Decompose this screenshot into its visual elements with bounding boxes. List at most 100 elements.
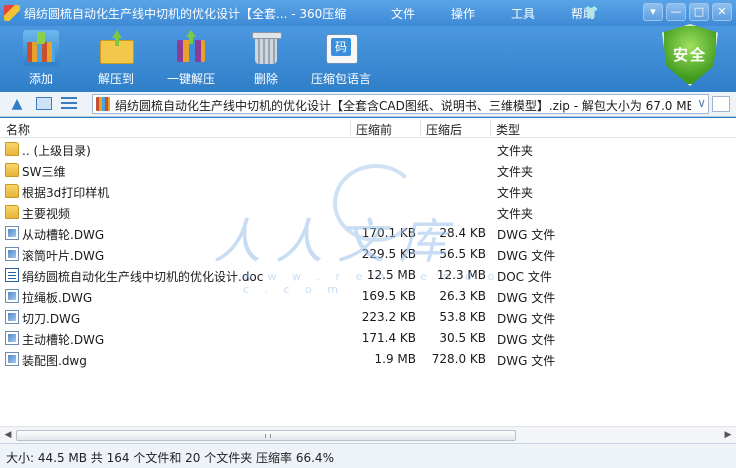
file-type: DWG 文件 [497,312,556,326]
file-name: 主动槽轮.DWG [22,333,105,347]
delete-button[interactable]: 删除 [231,30,301,88]
dwg-file-icon [5,331,19,345]
dwg-file-icon [5,226,19,240]
file-packed-size: 12.5 MB [366,268,416,282]
file-name: 装配图.dwg [22,354,87,368]
extract-to-button[interactable]: 解压到 [81,30,151,88]
title-bar: 绢纺圆梳自动化生产线中切机的优化设计【全套... - 360压缩 文件 操作 工… [0,0,736,26]
file-name: .. (上级目录) [22,144,91,158]
dwg-file-icon [5,310,19,324]
dwg-file-icon [5,352,19,366]
window-controls: ▾ — □ ✕ [643,3,732,21]
horizontal-scrollbar[interactable]: ◀ ▶ [0,426,736,443]
status-bar: 大小: 44.5 MB 共 164 个文件和 20 个文件夹 压缩率 66.4% [0,443,736,468]
minimize-button[interactable]: — [666,3,686,21]
path-dropdown-icon[interactable]: ∨ [697,96,706,110]
up-arrow-icon[interactable]: ▲ [9,96,25,112]
close-button[interactable]: ✕ [712,3,732,21]
options-dropdown-button[interactable]: ▾ [643,3,663,21]
file-row[interactable]: 从动槽轮.DWG 170.1 KB 28.4 KB DWG 文件 [0,223,736,244]
menu-operation[interactable]: 操作 [444,5,482,22]
menu-tools[interactable]: 工具 [504,5,542,22]
folder-icon [5,142,19,156]
file-row[interactable]: .. (上级目录) 文件夹 [0,139,736,160]
status-summary: 大小: 44.5 MB 共 164 个文件和 20 个文件夹 压缩率 66.4% [6,451,334,465]
file-row[interactable]: 绢纺圆梳自动化生产线中切机的优化设计.doc 12.5 MB 12.3 MB D… [0,265,736,286]
file-row[interactable]: 滚筒叶片.DWG 229.5 KB 56.5 KB DWG 文件 [0,244,736,265]
toolbar: 添加 解压到 一键解压 删除 压缩包语言 [0,26,736,92]
file-name: 从动槽轮.DWG [22,228,105,242]
column-divider[interactable] [490,120,491,136]
address-bar: ▲ 绢纺圆梳自动化生产线中切机的优化设计【全套含CAD图纸、说明书、三维模型】.… [0,92,736,117]
file-name: SW三维 [22,165,66,179]
scroll-left-icon[interactable]: ◀ [1,429,15,442]
file-type: DWG 文件 [497,228,556,242]
dwg-file-icon [5,247,19,261]
encoding-icon [323,30,359,66]
file-row[interactable]: 主要视频 文件夹 [0,202,736,223]
file-packed-size: 169.5 KB [361,289,416,303]
file-type: DOC 文件 [497,270,552,284]
column-header-name[interactable]: 名称 [6,121,30,138]
folder-icon [5,184,19,198]
file-type: DWG 文件 [497,333,556,347]
column-divider[interactable] [350,120,351,136]
file-name: 切刀.DWG [22,312,81,326]
column-header-size[interactable]: 压缩后 [426,121,462,138]
address-side-button[interactable] [712,96,730,112]
file-row[interactable]: SW三维 文件夹 [0,160,736,181]
thumbnail-view-icon[interactable] [36,97,52,110]
delete-label: 删除 [253,72,278,86]
file-compressed-size: 26.3 KB [439,289,486,303]
file-list: 名称 压缩前 压缩后 类型 .. (上级目录) 文件夹 SW三维 文件夹 根据3… [0,118,736,443]
add-button-label: 添加 [28,72,53,86]
column-header-type[interactable]: 类型 [496,121,520,138]
file-compressed-size: 728.0 KB [431,352,486,366]
list-view-icon[interactable] [61,97,77,110]
file-compressed-size: 28.4 KB [439,226,486,240]
file-type: DWG 文件 [497,249,556,263]
window-title: 绢纺圆梳自动化生产线中切机的优化设计【全套... - 360压缩 [24,6,347,21]
file-row[interactable]: 主动槽轮.DWG 171.4 KB 30.5 KB DWG 文件 [0,328,736,349]
folder-icon [5,163,19,177]
file-packed-size: 171.4 KB [361,331,416,345]
archive-language-button[interactable]: 压缩包语言 [306,30,376,88]
security-badge-label: 安全 [672,46,707,64]
file-list-header: 名称 压缩前 压缩后 类型 [0,118,736,138]
extract-to-label: 解压到 [97,72,134,86]
archive-language-label: 压缩包语言 [310,72,371,86]
column-header-packed[interactable]: 压缩前 [356,121,392,138]
file-packed-size: 223.2 KB [361,310,416,324]
add-archive-icon [23,30,59,66]
file-packed-size: 170.1 KB [361,226,416,240]
maximize-button[interactable]: □ [689,3,709,21]
add-button[interactable]: 添加 [6,30,76,88]
folder-icon [5,205,19,219]
scroll-grip-icon [265,434,271,438]
file-packed-size: 229.5 KB [361,247,416,261]
file-type: DWG 文件 [497,354,556,368]
file-row[interactable]: 根据3d打印样机 文件夹 [0,181,736,202]
archive-path-field[interactable]: 绢纺圆梳自动化生产线中切机的优化设计【全套含CAD图纸、说明书、三维模型】.zi… [92,94,709,114]
file-compressed-size: 12.3 MB [436,268,486,282]
file-type: 文件夹 [497,186,534,200]
file-name: 根据3d打印样机 [22,186,110,200]
scroll-right-icon[interactable]: ▶ [721,429,735,442]
scrollbar-thumb[interactable] [16,430,516,441]
file-packed-size: 1.9 MB [374,352,416,366]
extract-folder-icon [98,30,134,66]
file-row[interactable]: 装配图.dwg 1.9 MB 728.0 KB DWG 文件 [0,349,736,370]
column-divider[interactable] [420,120,421,136]
file-row[interactable]: 切刀.DWG 223.2 KB 53.8 KB DWG 文件 [0,307,736,328]
file-name: 绢纺圆梳自动化生产线中切机的优化设计.doc [22,270,264,284]
menu-file[interactable]: 文件 [384,5,422,22]
one-click-extract-button[interactable]: 一键解压 [156,30,226,88]
file-name: 滚筒叶片.DWG [22,249,105,263]
file-name: 主要视频 [22,207,71,221]
file-row[interactable]: 拉绳板.DWG 169.5 KB 26.3 KB DWG 文件 [0,286,736,307]
file-compressed-size: 30.5 KB [439,331,486,345]
zip-archive-icon [96,97,110,111]
file-type: 文件夹 [497,165,534,179]
file-compressed-size: 53.8 KB [439,310,486,324]
skin-shirt-icon[interactable]: 👕 [583,5,599,19]
